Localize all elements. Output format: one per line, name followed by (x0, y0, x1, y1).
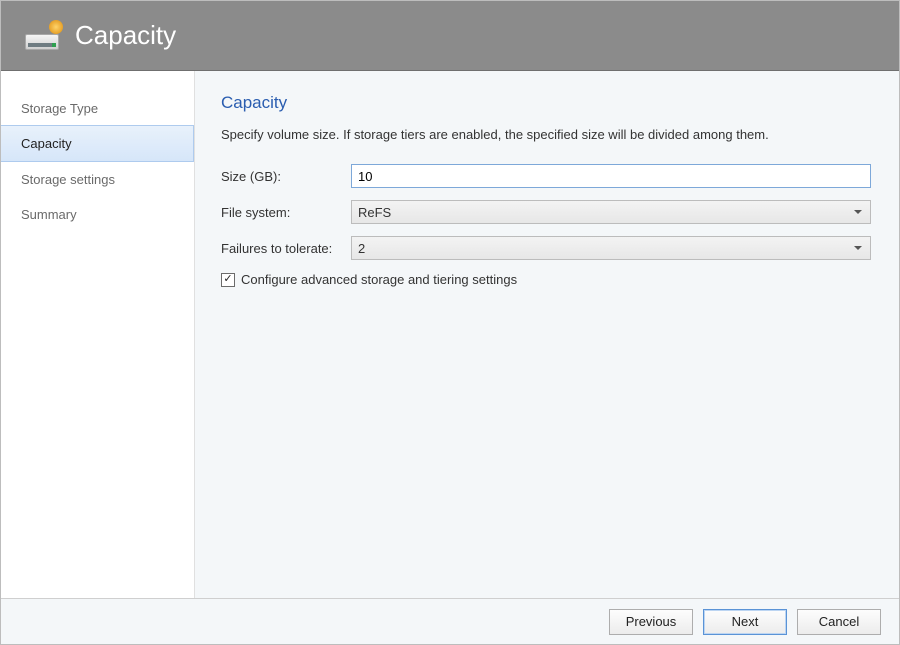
previous-button[interactable]: Previous (609, 609, 693, 635)
cancel-button[interactable]: Cancel (797, 609, 881, 635)
sidebar-item-label: Capacity (21, 136, 72, 151)
file-system-row: File system: ReFS (221, 200, 871, 224)
advanced-row: ✓ Configure advanced storage and tiering… (221, 272, 871, 287)
file-system-select[interactable]: ReFS (351, 200, 871, 224)
failures-label: Failures to tolerate: (221, 241, 351, 256)
page-description: Specify volume size. If storage tiers ar… (221, 127, 871, 142)
sidebar-item-label: Summary (21, 207, 77, 222)
button-label: Previous (626, 614, 677, 629)
file-system-label: File system: (221, 205, 351, 220)
page-title: Capacity (221, 93, 871, 113)
header-title: Capacity (75, 20, 176, 51)
button-label: Next (732, 614, 759, 629)
wizard-footer: Previous Next Cancel (1, 598, 899, 644)
sidebar-item-label: Storage settings (21, 172, 115, 187)
size-row: Size (GB): (221, 164, 871, 188)
sidebar-item-label: Storage Type (21, 101, 98, 116)
sidebar-item-storage-type[interactable]: Storage Type (1, 91, 194, 126)
sidebar-item-summary[interactable]: Summary (1, 197, 194, 232)
sidebar-item-capacity[interactable]: Capacity (1, 125, 194, 162)
wizard-body: Storage Type Capacity Storage settings S… (1, 71, 899, 598)
failures-select[interactable]: 2 (351, 236, 871, 260)
sidebar-item-storage-settings[interactable]: Storage settings (1, 162, 194, 197)
advanced-label: Configure advanced storage and tiering s… (241, 272, 517, 287)
wizard-sidebar: Storage Type Capacity Storage settings S… (1, 71, 195, 598)
failures-value: 2 (358, 241, 365, 256)
wizard-header: Capacity (1, 1, 899, 71)
size-label: Size (GB): (221, 169, 351, 184)
file-system-value: ReFS (358, 205, 391, 220)
next-button[interactable]: Next (703, 609, 787, 635)
button-label: Cancel (819, 614, 859, 629)
failures-row: Failures to tolerate: 2 (221, 236, 871, 260)
size-input[interactable] (351, 164, 871, 188)
capacity-icon (25, 22, 59, 50)
content-area: Capacity Specify volume size. If storage… (195, 71, 899, 598)
advanced-checkbox[interactable]: ✓ (221, 273, 235, 287)
